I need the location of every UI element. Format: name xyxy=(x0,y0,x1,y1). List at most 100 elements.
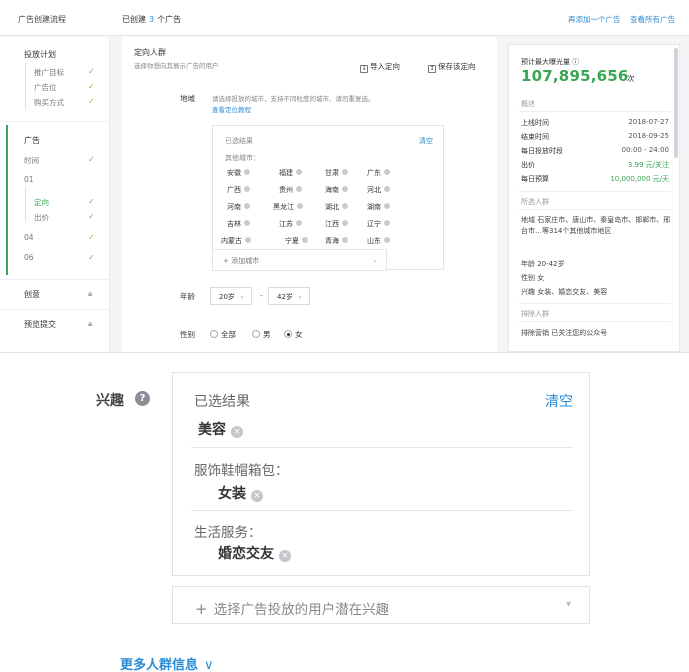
remove-icon[interactable] xyxy=(302,237,308,243)
city-chip[interactable]: 江苏 xyxy=(279,219,302,229)
interest-category-label: 服饰鞋帽箱包： xyxy=(194,463,289,479)
save-targeting-button[interactable]: ↥ 保存该定向 xyxy=(428,61,476,73)
sidebar-group-ad[interactable]: 广告 xyxy=(24,135,40,146)
summary-panel: 预计最大曝光量 ⓘ 107,895,656 次 概述 上线时间 2018-07-… xyxy=(508,44,680,352)
remove-icon[interactable] xyxy=(342,203,348,209)
summary-key: 结束时间 xyxy=(521,133,549,141)
sidebar-item-preview[interactable]: 预览提交 xyxy=(24,319,56,330)
remove-icon[interactable] xyxy=(244,186,250,192)
sidebar-item-06[interactable]: 06 xyxy=(24,253,34,262)
city-chip[interactable]: 黑龙江 xyxy=(273,202,303,212)
remove-icon[interactable] xyxy=(296,169,302,175)
remove-icon[interactable] xyxy=(296,220,302,226)
radio-circle-selected xyxy=(284,330,292,338)
add-interest-dropdown[interactable]: + 选择广告投放的用户潜在兴趣 ▾ xyxy=(172,586,590,624)
city-chip[interactable]: 贵州 xyxy=(279,185,302,195)
remove-icon[interactable] xyxy=(297,203,303,209)
remove-icon[interactable] xyxy=(244,220,250,226)
audience-age: 年龄 20-42岁 xyxy=(521,260,565,268)
remove-icon[interactable] xyxy=(342,186,348,192)
check-icon: ✓ xyxy=(88,253,95,262)
top-header: 广告创建流程 已创建 3 个广告 再添加一个广告 查看所有广告 xyxy=(0,0,689,36)
sidebar-item-01[interactable]: 01 xyxy=(24,175,34,184)
city-chip[interactable]: 广西 xyxy=(227,185,250,195)
remove-icon[interactable] xyxy=(342,220,348,226)
sidebar-item-placement[interactable]: 广告位 xyxy=(34,82,57,93)
view-all-ads-link[interactable]: 查看所有广告 xyxy=(630,14,675,25)
city-name: 海南 xyxy=(325,186,339,194)
remove-icon[interactable] xyxy=(384,186,390,192)
remove-icon[interactable] xyxy=(296,186,302,192)
summary-divider xyxy=(519,191,671,192)
remove-icon[interactable] xyxy=(244,203,250,209)
summary-scrollbar[interactable] xyxy=(674,48,678,158)
clear-interests-button[interactable]: 清空 xyxy=(545,391,573,411)
remove-icon[interactable] xyxy=(342,169,348,175)
remove-icon[interactable] xyxy=(384,203,390,209)
help-icon[interactable]: ? xyxy=(135,391,150,406)
city-name: 江苏 xyxy=(279,220,293,228)
add-city-dropdown[interactable]: + 添加城市 ⌄ xyxy=(212,249,387,271)
summary-divider xyxy=(519,321,671,322)
city-chip[interactable]: 吉林 xyxy=(227,219,250,229)
interest-chip[interactable]: 婚恋交友 × xyxy=(218,543,291,563)
check-icon: ✓ xyxy=(88,82,95,91)
city-chip[interactable]: 甘肃 xyxy=(325,168,348,178)
age-from-select[interactable]: 20岁 ⌄ xyxy=(210,287,252,305)
gender-radio-female[interactable]: 女 xyxy=(284,329,303,340)
sidebar-item-time[interactable]: 时间 xyxy=(24,155,39,166)
sidebar-item-goal[interactable]: 推广目标 xyxy=(34,67,64,78)
remove-icon[interactable]: × xyxy=(251,490,263,502)
import-label: 导入定向 xyxy=(370,62,400,71)
clear-cities-button[interactable]: 清空 xyxy=(419,136,433,146)
sidebar-item-04[interactable]: 04 xyxy=(24,233,34,242)
check-icon: ✓ xyxy=(88,233,95,242)
remove-icon[interactable] xyxy=(384,237,390,243)
more-audience-info-link[interactable]: 更多人群信息 ∨ xyxy=(120,654,214,672)
sidebar-item-bid[interactable]: 出价 xyxy=(34,212,49,223)
import-targeting-button[interactable]: ↧ 导入定向 xyxy=(360,61,400,73)
gender-radio-all[interactable]: 全部 xyxy=(210,329,236,340)
city-chip[interactable]: 海南 xyxy=(325,185,348,195)
summary-value: 2018-07-27 xyxy=(628,118,669,126)
city-chip[interactable]: 辽宁 xyxy=(367,219,390,229)
remove-icon[interactable] xyxy=(384,220,390,226)
more-audience-label: 更多人群信息 xyxy=(120,658,199,672)
city-chip[interactable]: 江西 xyxy=(325,219,348,229)
interest-chip-label: 女装 xyxy=(218,486,246,502)
city-chip[interactable]: 山东 xyxy=(367,236,390,246)
remove-icon[interactable] xyxy=(342,237,348,243)
gender-radio-male[interactable]: 男 xyxy=(252,329,271,340)
city-chip[interactable]: 宁夏 xyxy=(285,236,308,246)
summary-value: 2018-09-25 xyxy=(628,132,669,140)
remove-icon[interactable]: × xyxy=(279,550,291,562)
radio-circle xyxy=(210,330,218,338)
interest-zoom-section: 兴趣 ? 已选结果 清空 美容 × 服饰鞋帽箱包： 女装 × 生活服务： 婚恋交友 ×… xyxy=(0,352,689,672)
sidebar-group-plan[interactable]: 投放计划 xyxy=(24,49,56,60)
remove-icon[interactable]: × xyxy=(231,426,243,438)
city-chip[interactable]: 广东 xyxy=(367,168,390,178)
sidebar-item-buy-type[interactable]: 购买方式 xyxy=(34,97,64,108)
interest-chip[interactable]: 美容 × xyxy=(198,419,243,439)
age-to-select[interactable]: 42岁 ⌄ xyxy=(268,287,310,305)
city-chip[interactable]: 湖南 xyxy=(367,202,390,212)
city-chip[interactable]: 青海 xyxy=(325,236,348,246)
city-chip[interactable]: 河北 xyxy=(367,185,390,195)
city-name: 吉林 xyxy=(227,220,241,228)
sidebar-item-creative[interactable]: 创意 xyxy=(24,289,40,300)
add-another-ad-link[interactable]: 再添加一个广告 xyxy=(568,14,621,25)
city-name: 贵州 xyxy=(279,186,293,194)
region-label: 地域 xyxy=(180,94,195,103)
city-chip[interactable]: 河南 xyxy=(227,202,250,212)
interest-chip[interactable]: 女装 × xyxy=(218,483,263,503)
remove-icon[interactable] xyxy=(384,169,390,175)
city-chip[interactable]: 安徽 xyxy=(227,168,250,178)
city-chip[interactable]: 湖北 xyxy=(325,202,348,212)
remove-icon[interactable] xyxy=(245,237,251,243)
region-tutorial-link[interactable]: 查看定位教程 xyxy=(212,104,251,114)
sidebar-item-targeting[interactable]: 定向 xyxy=(34,197,49,208)
city-name: 辽宁 xyxy=(367,220,381,228)
remove-icon[interactable] xyxy=(244,169,250,175)
city-chip[interactable]: 福建 xyxy=(279,168,302,178)
city-chip[interactable]: 内蒙古 xyxy=(221,236,251,246)
